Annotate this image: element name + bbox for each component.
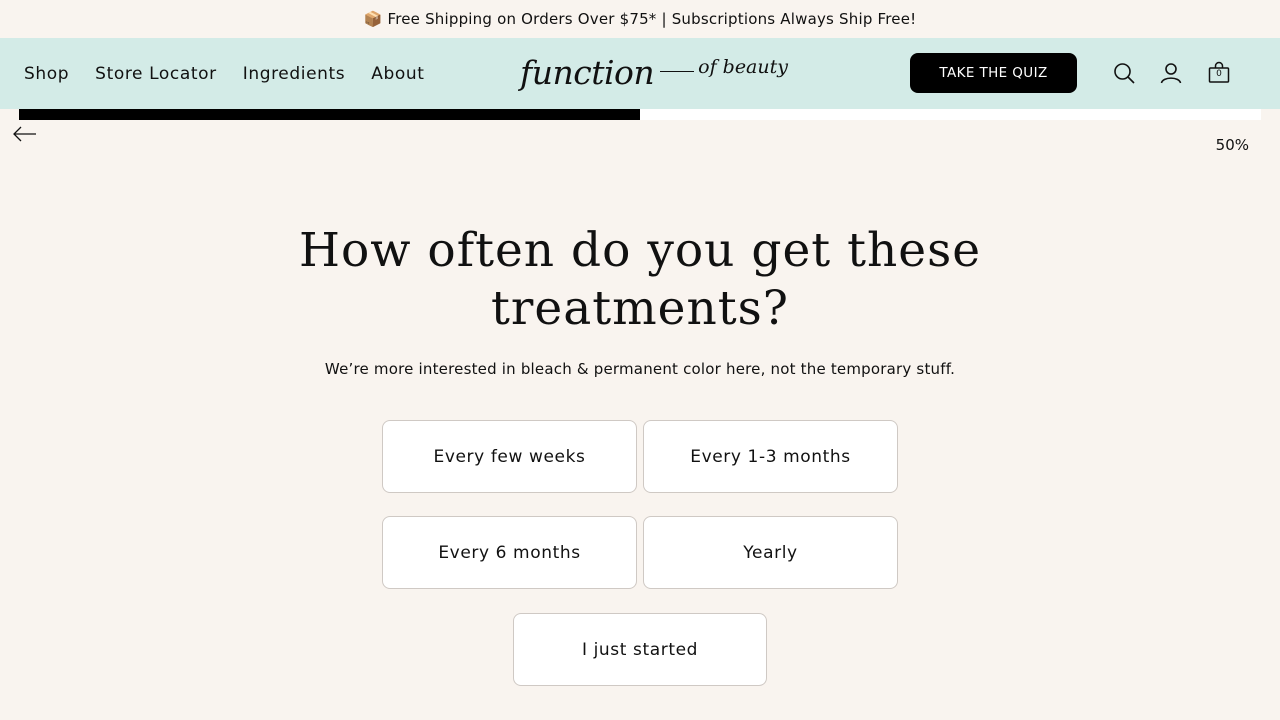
search-icon[interactable] <box>1112 61 1136 85</box>
nav-about[interactable]: About <box>371 64 424 84</box>
question-line-2: treatments? <box>491 281 789 336</box>
brand-logo[interactable]: function of beauty <box>520 52 788 92</box>
cart-count: 0 <box>1216 69 1222 79</box>
quiz-question: How often do you get these treatments? <box>0 222 1280 338</box>
option-every-6-months[interactable]: Every 6 months <box>382 516 637 589</box>
logo-divider <box>660 71 695 72</box>
nav-ingredients[interactable]: Ingredients <box>243 64 346 84</box>
option-every-few-weeks[interactable]: Every few weeks <box>382 420 637 493</box>
take-the-quiz-button[interactable]: TAKE THE QUIZ <box>910 53 1077 93</box>
announcement-text: 📦 Free Shipping on Orders Over $75* | Su… <box>363 10 917 28</box>
announcement-bar: 📦 Free Shipping on Orders Over $75* | Su… <box>0 0 1280 38</box>
logo-secondary-text: of beauty <box>698 56 788 78</box>
account-icon[interactable] <box>1159 61 1183 85</box>
main-nav: Shop Store Locator Ingredients About <box>24 64 451 84</box>
nav-store-locator[interactable]: Store Locator <box>95 64 217 84</box>
logo-main-text: function <box>520 53 655 92</box>
site-header: Shop Store Locator Ingredients About fun… <box>0 38 1280 109</box>
question-line-1: How often do you get these <box>298 223 982 278</box>
option-i-just-started[interactable]: I just started <box>513 613 767 686</box>
quiz-progress-fill <box>19 109 640 120</box>
cart-icon[interactable]: 0 <box>1208 61 1232 85</box>
nav-shop[interactable]: Shop <box>24 64 69 84</box>
progress-percent: 50% <box>1215 136 1249 154</box>
quiz-subtitle: We’re more interested in bleach & perman… <box>324 360 956 378</box>
option-yearly[interactable]: Yearly <box>643 516 898 589</box>
quiz-progress-bar <box>19 109 1261 120</box>
back-arrow-icon[interactable] <box>12 124 38 144</box>
option-every-1-3-months[interactable]: Every 1-3 months <box>643 420 898 493</box>
